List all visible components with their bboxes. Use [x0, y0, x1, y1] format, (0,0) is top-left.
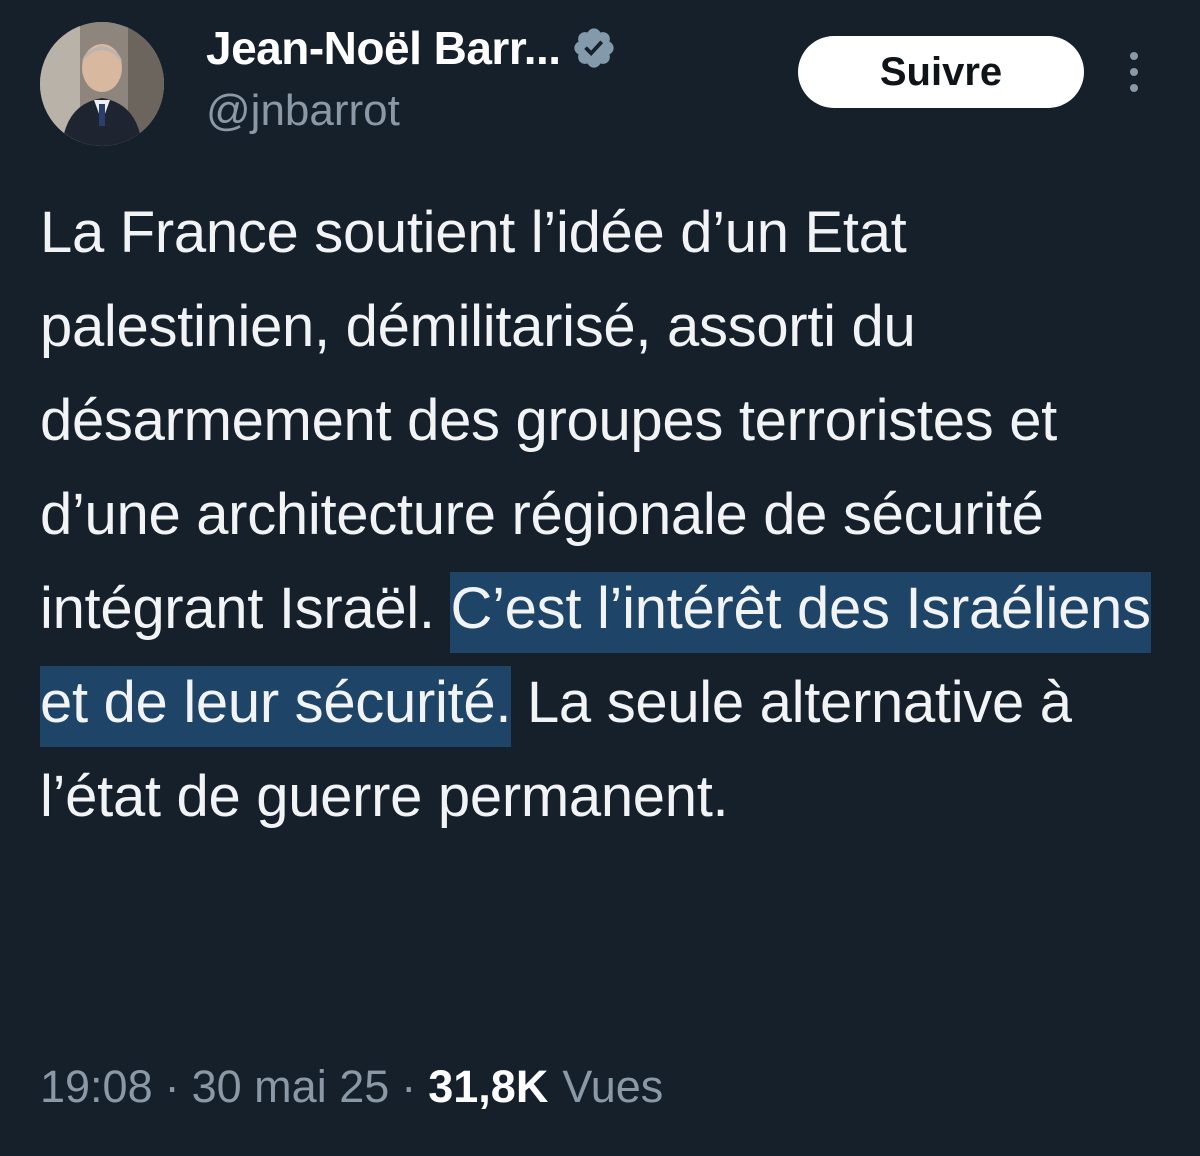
- meta-separator: ·: [164, 1061, 180, 1112]
- author-name-row: Jean-Noël Barr...: [206, 18, 617, 78]
- meta-separator: ·: [401, 1061, 417, 1112]
- tweet-time[interactable]: 19:08: [40, 1061, 153, 1113]
- views-count: 31,8K: [428, 1061, 549, 1112]
- follow-button[interactable]: Suivre: [798, 36, 1084, 108]
- avatar[interactable]: [40, 22, 164, 146]
- author-handle[interactable]: @jnbarrot: [206, 86, 400, 136]
- views-label: Vues: [562, 1061, 664, 1112]
- tweet-text: La France soutient l’idée d’un Etat pale…: [40, 186, 1170, 844]
- verified-badge-icon: [571, 25, 617, 71]
- tweet-meta: 19:08 · 30 mai 25 · 31,8K Vues: [40, 1052, 663, 1122]
- author-display-name[interactable]: Jean-Noël Barr...: [206, 21, 561, 75]
- profile-photo-icon: [40, 22, 164, 146]
- tweet-date[interactable]: 30 mai 25: [192, 1061, 390, 1113]
- tweet-header: Jean-Noël Barr... @jnbarrot Suivre: [0, 0, 1200, 160]
- more-vertical-icon[interactable]: [1116, 46, 1152, 98]
